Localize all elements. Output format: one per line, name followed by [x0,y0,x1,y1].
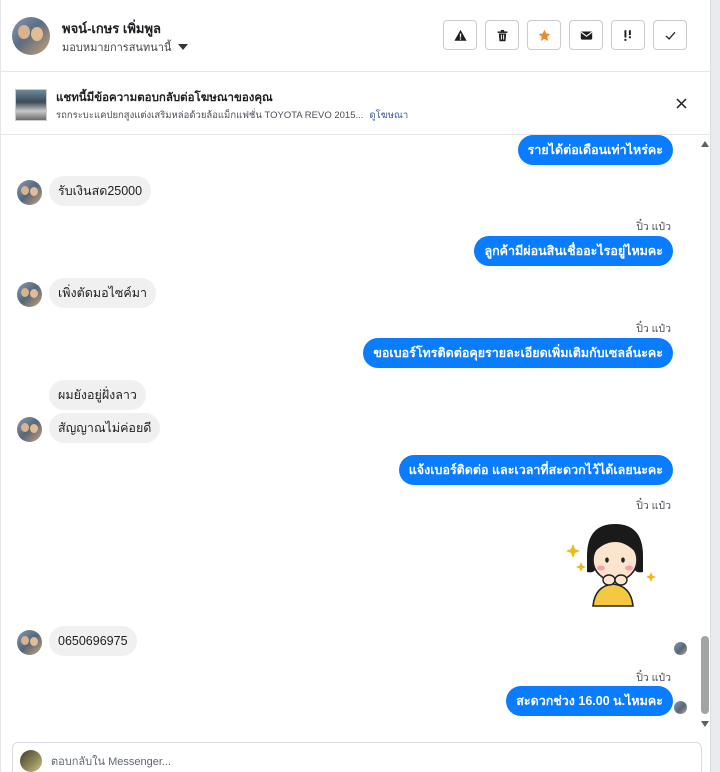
sticker-girl-image[interactable] [563,516,659,612]
message-bubble-incoming[interactable]: ผมยังอยู่ฝั่งลาว [49,380,146,410]
message-thread: รายได้ต่อเดือนเท่าไหร่คะ รับเงินสด25000 … [1,135,699,736]
header-actions [443,20,687,50]
scrollbar-track[interactable] [701,150,709,716]
trash-icon [497,29,507,41]
ad-description: รถกระบะแคปยกสูงแต่งเสริมหล่อด้วยล้อแม็กแ… [56,110,364,121]
message-bubble-outgoing[interactable]: แจ้งเบอร์ติดต่อ และเวลาที่สะดวกไว้ได้เลย… [398,455,673,485]
warning-icon [453,29,467,41]
message-bubble-incoming[interactable]: สัญญาณไม่ค่อยดี [49,413,161,443]
message-bubble-incoming[interactable]: รับเงินสด25000 [49,176,152,206]
window-edge [711,0,720,772]
contact-avatar[interactable] [12,17,50,55]
ad-reply-banner: แชทนี้มีข้อความตอบกลับต่อโฆษณาของคุณ รถก… [1,73,710,135]
contact-avatar-small [17,417,42,442]
mark-unread-button[interactable] [569,20,603,50]
seen-avatar-indicator [674,642,687,655]
follow-up-icon [623,29,631,41]
star-icon [538,29,550,41]
message-bubble-outgoing[interactable]: ขอเบอร์โทรติดต่อคุยรายละเอียดเพิ่มเติมกั… [363,338,673,368]
report-button[interactable] [443,20,477,50]
sender-name: ปิ๋ว แป๋ว [636,323,671,335]
view-ad-link[interactable]: ดูโฆษณา [369,110,408,121]
scroll-down-arrow-icon[interactable] [700,720,710,728]
ad-banner-subtitle: รถกระบะแคปยกสูงแต่งเสริมหล่อด้วยล้อแม็กแ… [56,108,408,123]
scroll-up-arrow-icon[interactable] [700,140,710,148]
sender-name: ปิ๋ว แป๋ว [636,500,671,512]
contact-avatar-small [17,630,42,655]
message-bubble-outgoing[interactable]: ลูกค้ามีผ่อนสินเชื่ออะไรอยู่ไหมคะ [474,236,673,266]
seen-avatar-indicator [674,701,687,714]
check-icon [665,31,675,40]
message-bubble-outgoing[interactable]: สะดวกช่วง 16.00 น.ไหมคะ [506,686,673,716]
scrollbar-thumb[interactable] [701,636,709,714]
close-banner-button[interactable] [671,93,691,113]
contact-avatar-small [17,180,42,205]
star-button[interactable] [527,20,561,50]
assign-label: มอบหมายการสนทนานี้ [62,42,172,54]
ad-thumbnail[interactable] [15,89,47,121]
reply-input[interactable] [51,753,651,771]
follow-up-button[interactable] [611,20,645,50]
mark-done-button[interactable] [653,20,687,50]
reply-composer [12,742,702,772]
contact-name[interactable]: พจน์-เกษร เพิ่มพูล [62,18,161,39]
delete-button[interactable] [485,20,519,50]
message-bubble-outgoing[interactable]: รายได้ต่อเดือนเท่าไหร่คะ [517,135,673,165]
conversation-header: พจน์-เกษร เพิ่มพูล มอบหมายการสนทนานี้ [1,0,710,72]
assign-conversation-dropdown[interactable]: มอบหมายการสนทนานี้ [62,38,189,56]
sender-name: ปิ๋ว แป๋ว [636,672,671,684]
sender-name: ปิ๋ว แป๋ว [636,221,671,233]
conversation-panel: พจน์-เกษร เพิ่มพูล มอบหมายการสนทนานี้ แช… [0,0,711,772]
caret-down-icon [178,44,189,50]
page-avatar [20,750,42,772]
message-bubble-incoming[interactable]: เพิ่งตัดมอไซค์มา [49,278,156,308]
close-icon [675,97,687,109]
contact-avatar-small [17,282,42,307]
ad-banner-title: แชทนี้มีข้อความตอบกลับต่อโฆษณาของคุณ [56,92,273,104]
mail-icon [580,30,592,40]
message-bubble-incoming[interactable]: 0650696975 [49,626,137,656]
